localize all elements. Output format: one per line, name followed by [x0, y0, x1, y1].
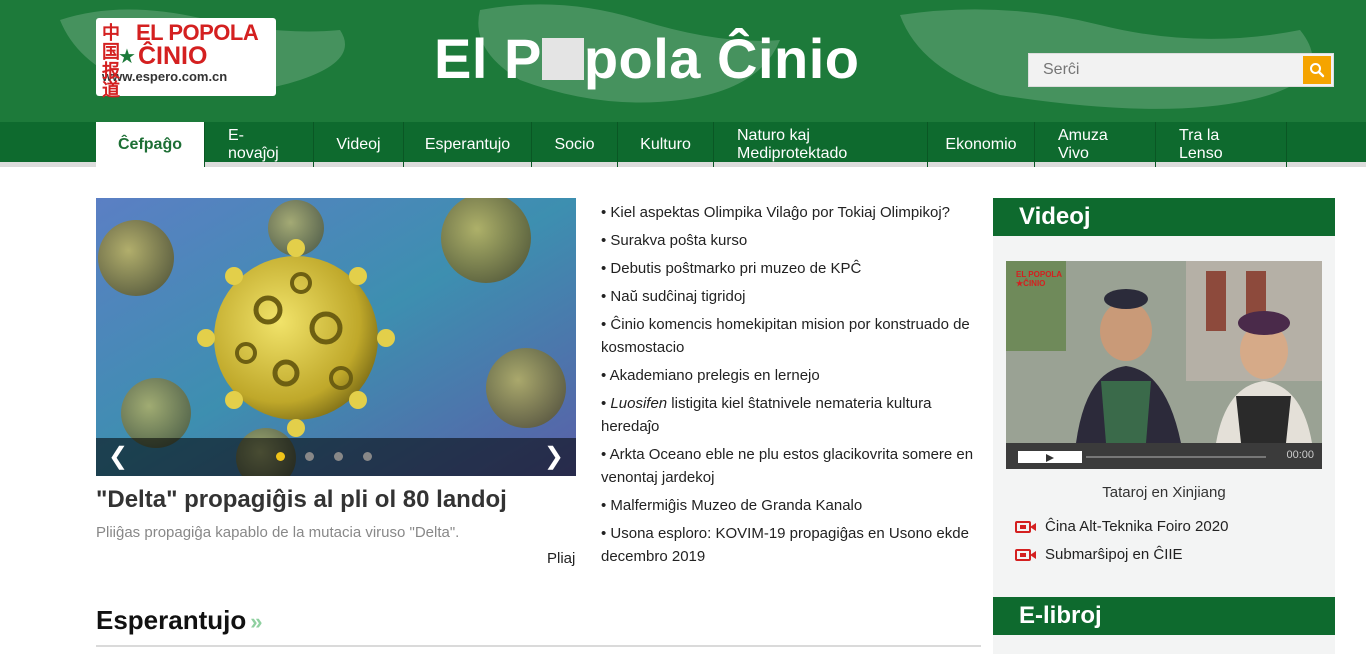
- puzzle-piece-icon: [541, 38, 584, 81]
- slide-dot[interactable]: [276, 452, 285, 461]
- search-icon: [1310, 63, 1325, 78]
- headline-summary: Pliiĝas propagiĝa kapablo de la mutacia …: [96, 524, 460, 541]
- news-item[interactable]: • Malfermiĝis Muzeo de Granda Kanalo: [601, 494, 981, 517]
- prev-arrow-icon[interactable]: ❮: [108, 444, 128, 470]
- slide-controls: ❮ ❯: [96, 438, 576, 476]
- video-link-label: Ĉina Alt-Teknika Foiro 2020: [1045, 518, 1229, 535]
- video-caption[interactable]: Tataroj en Xinjiang: [993, 484, 1335, 501]
- nav-item-socio[interactable]: Socio: [532, 122, 618, 167]
- ebooks-heading-label: E-libroj: [1019, 602, 1102, 629]
- slide-dot[interactable]: [334, 452, 343, 461]
- video-link[interactable]: Ĉina Alt-Teknika Foiro 2020: [1015, 513, 1228, 541]
- nav-item-cefpago[interactable]: Ĉefpaĝo: [96, 122, 205, 167]
- video-camera-icon: [1015, 521, 1036, 533]
- site-title-part-a: El P: [434, 27, 542, 90]
- videos-heading[interactable]: Videoj: [993, 198, 1335, 236]
- play-icon: [1046, 454, 1054, 462]
- news-list: • Kiel aspektas Olimpika Vilaĝo por Toki…: [601, 201, 981, 573]
- videos-heading-label: Videoj: [1019, 203, 1091, 230]
- slide-image: [96, 198, 576, 476]
- video-progress-track[interactable]: [1086, 456, 1266, 458]
- site-header: 中国报道 EL POPOLA ★ ĈINIO www.espero.com.cn…: [0, 0, 1366, 122]
- news-item[interactable]: • Kiel aspektas Olimpika Vilaĝo por Toki…: [601, 201, 981, 224]
- nav-item-videoj[interactable]: Videoj: [314, 122, 404, 167]
- play-button[interactable]: [1018, 451, 1082, 463]
- nav-item-kulturo[interactable]: Kulturo: [618, 122, 714, 167]
- video-link-label: Submarŝipoj en ĈIIE: [1045, 546, 1183, 563]
- slide-dot[interactable]: [363, 452, 372, 461]
- video-link[interactable]: Submarŝipoj en ĈIIE: [1015, 541, 1228, 569]
- ebooks-heading[interactable]: E-libroj: [993, 597, 1335, 635]
- nav-item-tra-la-lenso[interactable]: Tra la Lenso: [1156, 122, 1287, 167]
- headline-title[interactable]: "Delta" propagiĝis al pli ol 80 landoj: [96, 486, 507, 514]
- main-nav: Ĉefpaĝo E-novaĵoj Videoj Esperantujo Soc…: [0, 122, 1366, 167]
- nav-item-esperantujo[interactable]: Esperantujo: [404, 122, 532, 167]
- search-input[interactable]: [1029, 54, 1301, 86]
- logo-line1: EL POPOLA: [136, 20, 259, 45]
- news-item[interactable]: • Usona esploro: KOVIM-19 propagiĝas en …: [601, 522, 981, 568]
- video-time: 00:00: [1286, 449, 1314, 461]
- next-arrow-icon[interactable]: ❯: [544, 444, 564, 470]
- double-chevron-icon: »: [250, 609, 263, 634]
- video-links: Ĉina Alt-Teknika Foiro 2020 Submarŝipoj …: [1015, 513, 1228, 569]
- news-item-prefix: •: [601, 395, 611, 412]
- video-sidebar: Videoj EL POPOLA ★ĈINIO 00:00 Tataroj en…: [993, 198, 1335, 654]
- section-title[interactable]: Esperantujo»: [96, 605, 263, 636]
- site-title: El P pola Ĉinio: [434, 26, 859, 91]
- logo-line2: ĈINIO: [137, 42, 208, 70]
- nav-item-ekonomio[interactable]: Ekonomio: [928, 122, 1035, 167]
- video-player[interactable]: EL POPOLA ★ĈINIO 00:00: [1006, 261, 1322, 469]
- slide-dot[interactable]: [305, 452, 314, 461]
- news-item[interactable]: • Akademiano prelegis en lernejo: [601, 364, 981, 387]
- video-camera-icon: [1015, 549, 1036, 561]
- news-item[interactable]: • Ĉinio komencis homekipitan mision por …: [601, 313, 981, 359]
- nav-item-amuza-vivo[interactable]: Amuza Vivo: [1035, 122, 1156, 167]
- video-controls: 00:00: [1006, 443, 1322, 469]
- svg-text:★ĈINIO: ★ĈINIO: [1016, 279, 1045, 288]
- section-title-label: Esperantujo: [96, 605, 247, 635]
- slide-dots: [276, 452, 372, 461]
- news-item-italic: Luosifen: [610, 395, 668, 412]
- headline-slideshow[interactable]: ❮ ❯: [96, 198, 576, 476]
- search-button[interactable]: [1303, 56, 1331, 84]
- news-item[interactable]: • Surakva poŝta kurso: [601, 229, 981, 252]
- news-item[interactable]: • Luosifen listigita kiel ŝtatnivele nem…: [601, 392, 981, 438]
- news-item[interactable]: • Naŭ sudĉinaj tigridoj: [601, 285, 981, 308]
- search-box: [1028, 53, 1334, 87]
- nav-item-e-novajoj[interactable]: E-novaĵoj: [205, 122, 314, 167]
- news-item[interactable]: • Debutis poŝtmarko pri muzeo de KPĈ: [601, 257, 981, 280]
- nav-item-naturo[interactable]: Naturo kaj Mediprotektado: [714, 122, 928, 167]
- more-link[interactable]: Pliaj: [547, 550, 575, 567]
- svg-text:EL POPOLA: EL POPOLA: [1016, 270, 1062, 279]
- site-logo[interactable]: 中国报道 EL POPOLA ★ ĈINIO www.espero.com.cn: [96, 18, 276, 100]
- section-divider: [96, 645, 981, 647]
- logo-chinese-text: 中国报道: [102, 23, 120, 100]
- video-thumbnail: EL POPOLA ★ĈINIO: [1006, 261, 1322, 443]
- news-item[interactable]: • Arkta Oceano eble ne plu estos glaciko…: [601, 443, 981, 489]
- site-title-part-b: pola Ĉinio: [583, 27, 860, 90]
